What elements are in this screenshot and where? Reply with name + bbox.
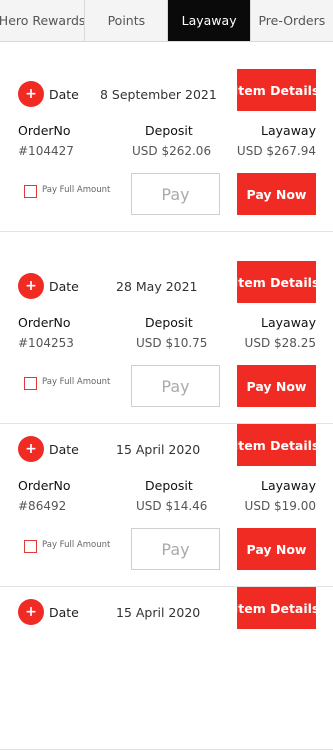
deposit-header: Deposit [145,315,193,330]
order-number: #104253 [18,336,74,350]
tab-hero-rewards[interactable]: Hero Rewards [0,0,86,41]
order-no-header: OrderNo [18,315,71,330]
pay-now-button[interactable]: Pay Now [237,528,316,570]
layaway-header: Layaway [261,123,316,138]
order-card: + Date 28 May 2021 Item Details OrderNo … [0,261,333,424]
tab-layaway[interactable]: Layaway [168,0,251,41]
pay-full-amount-checkbox[interactable] [24,377,37,390]
deposit-amount: USD $10.75 [136,336,208,350]
plus-icon[interactable]: + [18,599,44,625]
order-no-header: OrderNo [18,478,71,493]
layaway-amount: USD $19.00 [244,499,316,513]
deposit-amount: USD $14.46 [136,499,208,513]
pay-full-amount-label: Pay Full Amount [42,540,111,550]
tab-points[interactable]: Points [85,0,169,41]
order-date: 15 April 2020 [116,605,201,620]
date-label: Date [49,442,79,457]
layaway-amount: USD $28.25 [244,336,316,350]
order-number: #104427 [18,144,74,158]
order-card: + Date 15 April 2020 Item Details OrderN… [0,424,333,587]
pay-full-amount-label: Pay Full Amount [42,377,111,387]
layaway-header: Layaway [261,478,316,493]
deposit-header: Deposit [145,123,193,138]
deposit-amount: USD $262.06 [132,144,212,158]
order-date: 8 September 2021 [100,87,217,102]
pay-full-amount-checkbox[interactable] [24,540,37,553]
layaway-order-list: + Date 8 September 2021 Item Details Ord… [0,69,333,750]
pay-amount-input[interactable]: Pay [131,528,220,570]
pay-now-button[interactable]: Pay Now [237,173,316,215]
date-label: Date [49,87,79,102]
item-details-button[interactable]: Item Details [234,261,319,303]
order-card: + Date 15 April 2020 Item Details [0,587,333,750]
pay-amount-input[interactable]: Pay [131,173,220,215]
date-label: Date [49,279,79,294]
layaway-amount: USD $267.94 [236,144,316,158]
deposit-header: Deposit [145,478,193,493]
order-date: 15 April 2020 [116,442,201,457]
plus-icon[interactable]: + [18,81,44,107]
order-no-header: OrderNo [18,123,71,138]
plus-icon[interactable]: + [18,436,44,462]
item-details-button[interactable]: Item Details [234,69,319,111]
layaway-header: Layaway [261,315,316,330]
plus-icon[interactable]: + [18,273,44,299]
pay-full-amount-label: Pay Full Amount [42,185,111,195]
order-date: 28 May 2021 [116,279,198,294]
tab-bar: Hero Rewards Points Layaway Pre-Orders [0,0,333,42]
item-details-button[interactable]: Item Details [234,424,319,466]
date-label: Date [49,605,79,620]
pay-amount-input[interactable]: Pay [131,365,220,407]
order-card: + Date 8 September 2021 Item Details Ord… [0,69,333,232]
item-details-button[interactable]: Item Details [234,587,319,629]
order-number: #86492 [18,499,67,513]
pay-full-amount-checkbox[interactable] [24,185,37,198]
pay-now-button[interactable]: Pay Now [237,365,316,407]
tab-pre-orders[interactable]: Pre-Orders [251,0,333,41]
